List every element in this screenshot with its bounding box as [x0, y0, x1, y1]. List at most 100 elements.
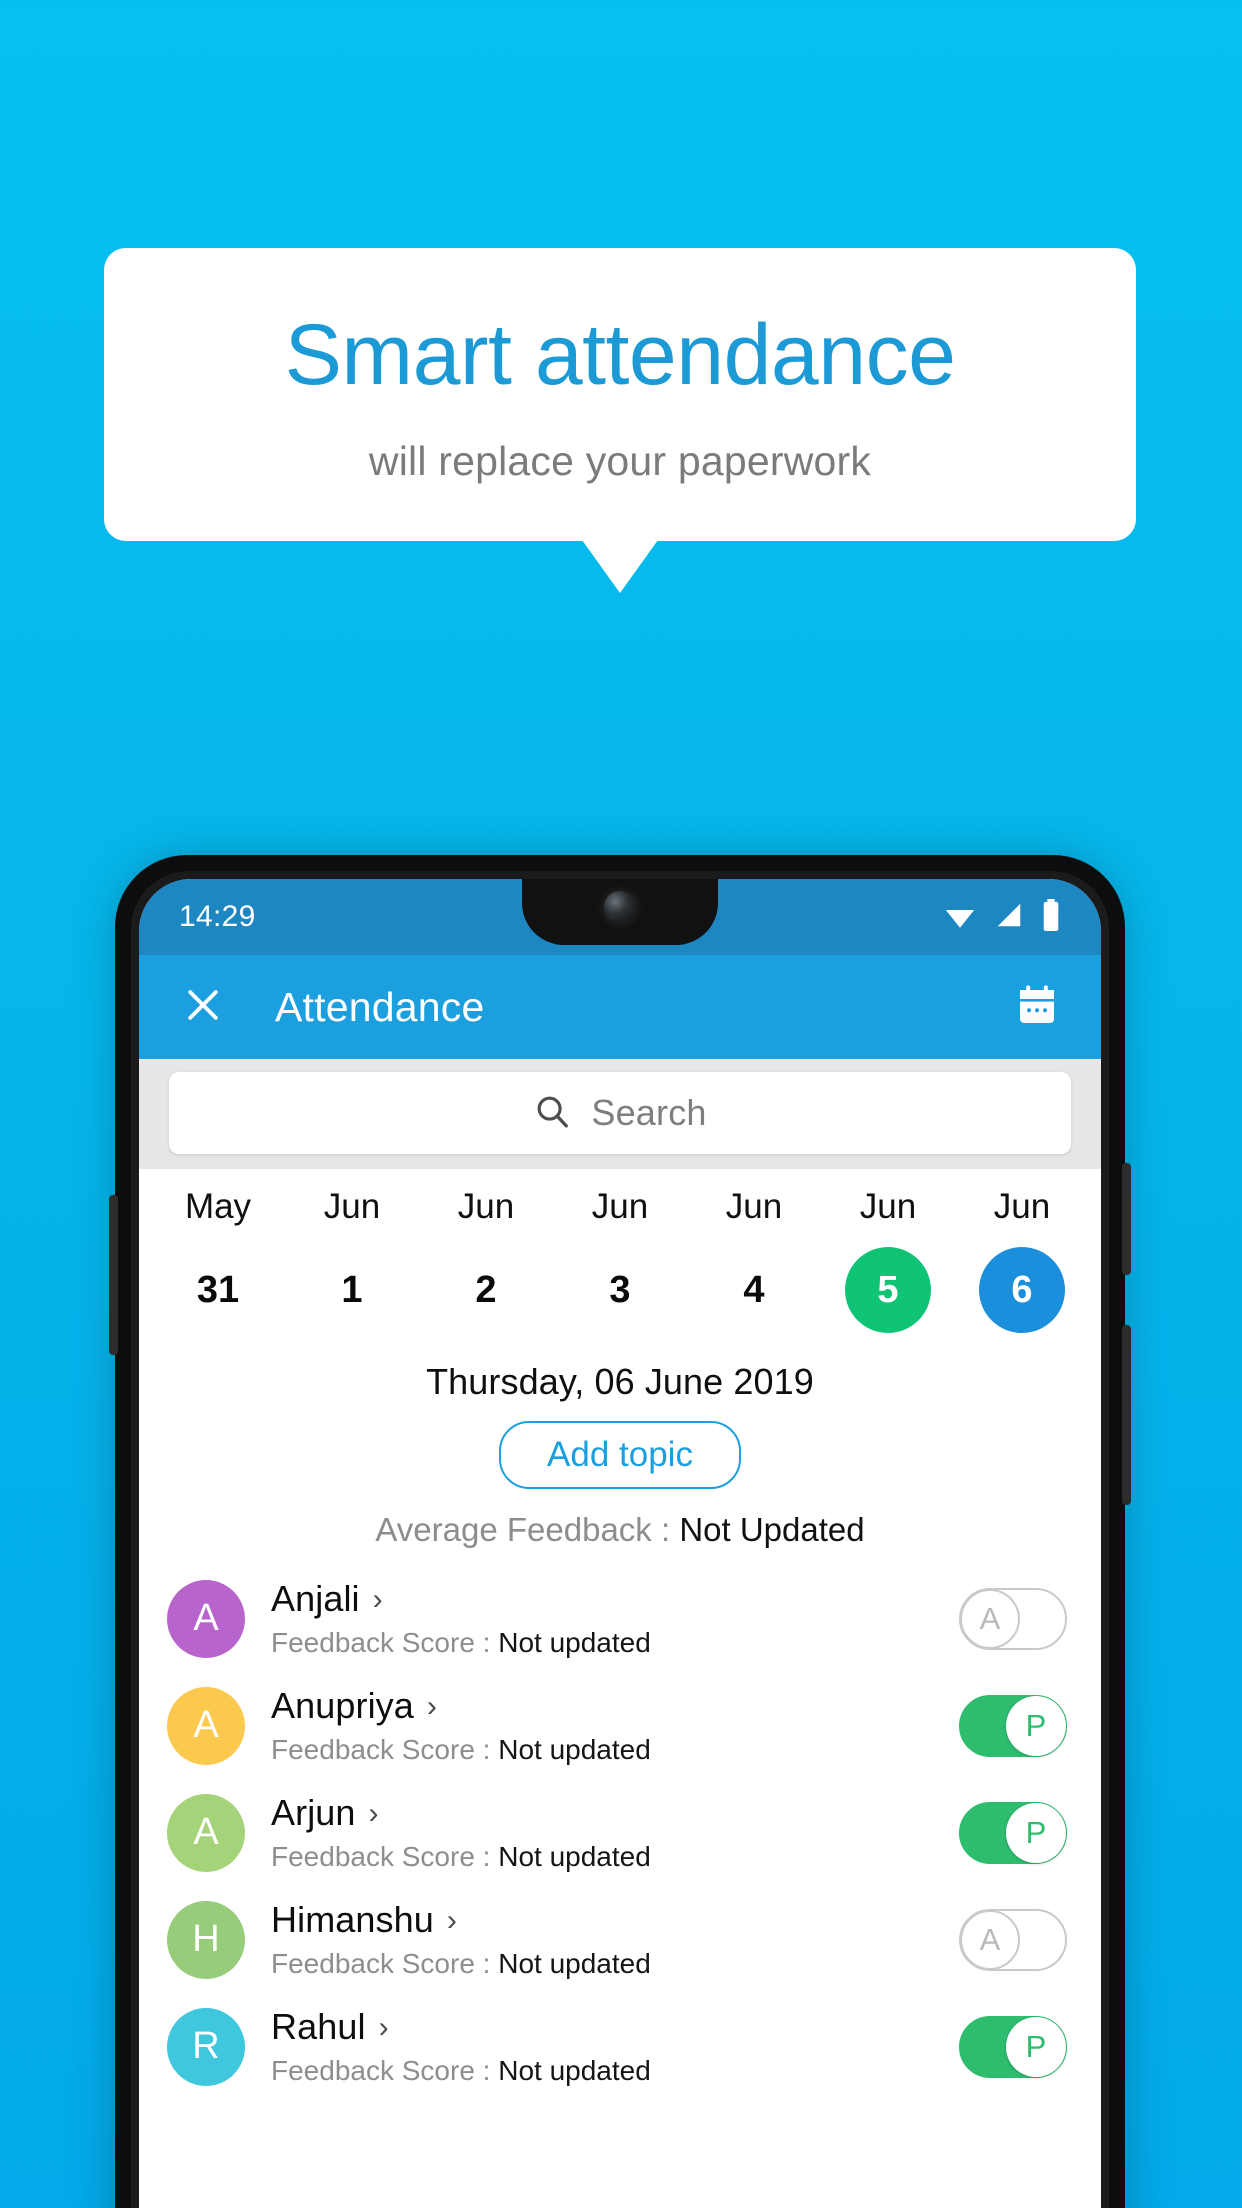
student-row[interactable]: H Himanshu › Feedback Score : Not updated A — [139, 1886, 1101, 1993]
signal-icon — [994, 900, 1024, 935]
attendance-toggle[interactable]: P — [959, 1801, 1067, 1864]
student-row[interactable]: R Rahul › Feedback Score : Not updated P — [139, 1993, 1101, 2100]
date-cell[interactable]: Jun 4 — [687, 1187, 821, 1333]
phone-side-button-left[interactable] — [109, 1195, 118, 1355]
avatar: R — [167, 2007, 245, 2086]
date-day-number[interactable]: 6 — [979, 1247, 1065, 1333]
feedback-score-line: Feedback Score : Not updated — [271, 1734, 959, 1766]
phone-volume-button[interactable] — [1122, 1325, 1131, 1505]
promo-bubble-body: Smart attendance will replace your paper… — [104, 248, 1136, 594]
average-feedback-label: Average Feedback : — [375, 1511, 680, 1548]
chevron-right-icon: › — [368, 1797, 379, 1830]
student-name: Himanshu — [271, 1899, 434, 1940]
feedback-score-line: Feedback Score : Not updated — [271, 1627, 959, 1659]
search-input[interactable]: Search — [169, 1072, 1071, 1154]
feedback-score-value: Not updated — [498, 1734, 651, 1765]
phone-power-button[interactable] — [1122, 1163, 1131, 1275]
average-feedback-value: Not Updated — [679, 1511, 865, 1548]
avatar: A — [167, 1686, 245, 1765]
student-info: Anjali › Feedback Score : Not updated — [271, 1578, 959, 1659]
student-name: Anupriya — [271, 1685, 414, 1726]
date-month-label: Jun — [993, 1187, 1051, 1226]
attendance-toggle[interactable]: P — [959, 1694, 1067, 1757]
search-placeholder: Search — [591, 1092, 707, 1133]
feedback-score-line: Feedback Score : Not updated — [271, 1948, 959, 1980]
attendance-toggle[interactable]: P — [959, 2015, 1067, 2078]
date-strip[interactable]: May 31 Jun 1 Jun 2 Jun 3 Jun 4 Jun 5 Jun 6 — [139, 1169, 1101, 1339]
date-month-label: Jun — [457, 1187, 515, 1226]
add-topic-row: Add topic — [139, 1421, 1101, 1489]
attendance-toggle[interactable]: A — [959, 1908, 1067, 1971]
date-day-number[interactable]: 31 — [175, 1247, 261, 1333]
promo-bubble: Smart attendance will replace your paper… — [104, 248, 1136, 594]
date-day-number[interactable]: 1 — [309, 1247, 395, 1333]
phone-notch — [522, 879, 718, 945]
student-info: Anupriya › Feedback Score : Not updated — [271, 1685, 959, 1766]
attendance-toggle-knob: A — [960, 1588, 1020, 1649]
phone-screen: 14:29 Attendance Search May 31 Jun 1 Jun… — [139, 879, 1101, 2208]
status-time: 14:29 — [179, 900, 256, 933]
date-cell[interactable]: Jun 5 — [821, 1187, 955, 1333]
wifi-icon — [943, 898, 977, 937]
attendance-toggle-knob: P — [1006, 1695, 1066, 1756]
student-name: Anjali — [271, 1578, 360, 1619]
promo-title: Smart attendance — [284, 307, 956, 403]
front-camera — [604, 891, 636, 923]
date-month-label: Jun — [859, 1187, 917, 1226]
feedback-score-value: Not updated — [498, 1627, 651, 1658]
average-feedback: Average Feedback : Not Updated — [139, 1511, 1101, 1549]
date-cell[interactable]: Jun 3 — [553, 1187, 687, 1333]
attendance-toggle[interactable]: A — [959, 1587, 1067, 1650]
feedback-score-label: Feedback Score : — [271, 1841, 499, 1872]
date-cell[interactable]: Jun 6 — [955, 1187, 1089, 1333]
date-day-number[interactable]: 2 — [443, 1247, 529, 1333]
date-day-number[interactable]: 5 — [845, 1247, 931, 1333]
avatar: A — [167, 1579, 245, 1658]
student-name-line[interactable]: Himanshu › — [271, 1899, 959, 1941]
date-month-label: Jun — [591, 1187, 649, 1226]
attendance-toggle-knob: P — [1006, 2016, 1066, 2077]
student-name-line[interactable]: Rahul › — [271, 2006, 959, 2048]
chevron-right-icon: › — [426, 1690, 437, 1723]
avatar: H — [167, 1900, 245, 1979]
phone-mockup: 14:29 Attendance Search May 31 Jun 1 Jun… — [109, 855, 1131, 2208]
feedback-score-value: Not updated — [498, 1948, 651, 1979]
feedback-score-label: Feedback Score : — [271, 1948, 499, 1979]
attendance-toggle-knob: P — [1006, 1802, 1066, 1863]
status-bar: 14:29 — [139, 879, 1101, 955]
feedback-score-label: Feedback Score : — [271, 1734, 499, 1765]
close-icon — [181, 983, 225, 1032]
chevron-right-icon: › — [378, 2011, 389, 2044]
status-icons — [943, 898, 1061, 937]
student-name-line[interactable]: Anjali › — [271, 1578, 959, 1620]
promo-subtitle: will replace your paperwork — [368, 438, 872, 485]
calendar-button[interactable] — [1009, 979, 1065, 1035]
date-day-number[interactable]: 4 — [711, 1247, 797, 1333]
feedback-score-value: Not updated — [498, 1841, 651, 1872]
student-name-line[interactable]: Arjun › — [271, 1792, 959, 1834]
selected-date-label: Thursday, 06 June 2019 — [426, 1361, 814, 1402]
student-row[interactable]: A Anupriya › Feedback Score : Not updated P — [139, 1672, 1101, 1779]
search-zone: Search — [139, 1059, 1101, 1169]
attendance-toggle-knob: A — [960, 1909, 1020, 1970]
promo-bubble-tail — [582, 540, 658, 594]
student-name-line[interactable]: Anupriya › — [271, 1685, 959, 1727]
calendar-icon — [1013, 981, 1061, 1034]
date-cell[interactable]: Jun 2 — [419, 1187, 553, 1333]
close-button[interactable] — [175, 979, 231, 1035]
date-month-label: May — [184, 1187, 252, 1226]
date-day-number[interactable]: 3 — [577, 1247, 663, 1333]
student-info: Rahul › Feedback Score : Not updated — [271, 2006, 959, 2087]
date-cell[interactable]: May 31 — [151, 1187, 285, 1333]
date-cell[interactable]: Jun 1 — [285, 1187, 419, 1333]
student-row[interactable]: A Arjun › Feedback Score : Not updated P — [139, 1779, 1101, 1886]
date-month-label: Jun — [725, 1187, 783, 1226]
chevron-right-icon: › — [372, 1583, 383, 1616]
search-icon — [533, 1092, 571, 1135]
student-info: Himanshu › Feedback Score : Not updated — [271, 1899, 959, 1980]
add-topic-button[interactable]: Add topic — [499, 1421, 741, 1489]
student-row[interactable]: A Anjali › Feedback Score : Not updated A — [139, 1565, 1101, 1672]
student-name: Rahul — [271, 2006, 366, 2047]
student-name: Arjun — [271, 1792, 356, 1833]
app-bar: Attendance — [139, 955, 1101, 1059]
